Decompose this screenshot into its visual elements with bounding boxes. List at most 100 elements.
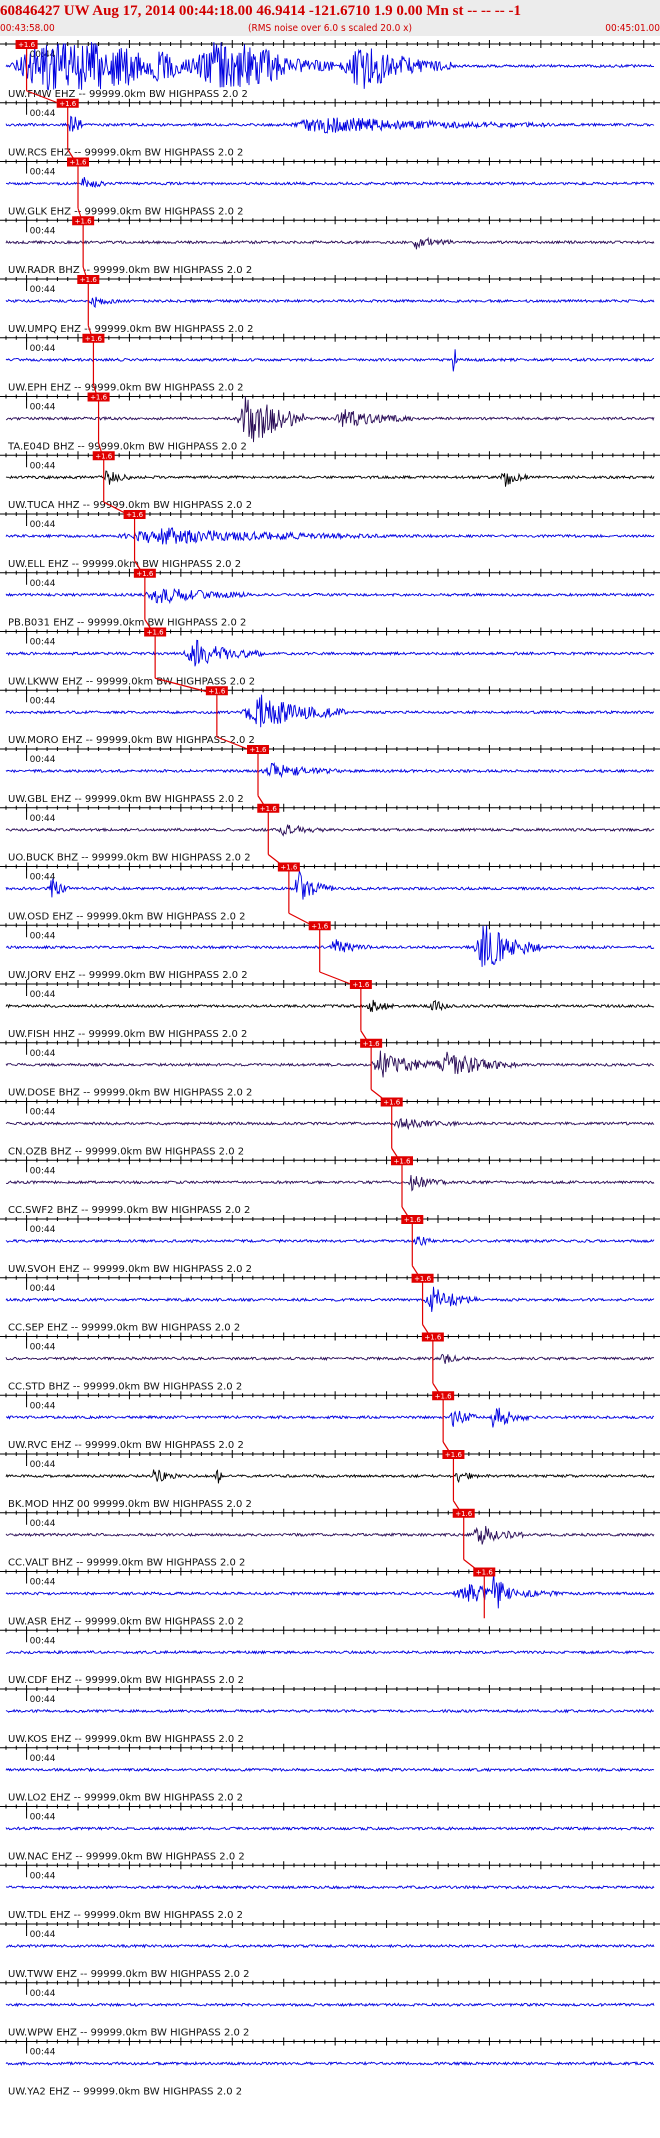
trace-row: 00:44 UW.WPW EHZ -- 99999.0km BW HIGHPASS… bbox=[0, 1978, 660, 2039]
minute-label: 00:44 bbox=[30, 1871, 56, 1881]
pick-label: +1.6 bbox=[90, 394, 108, 402]
pick-label: +1.6 bbox=[75, 217, 93, 225]
trace-row: 00:44 UW.GLK EHZ -- 99999.0km BW HIGHPASS… bbox=[0, 157, 660, 217]
trace-label: UW.LO2 EHZ -- 99999.0km BW HIGHPASS 2.0 … bbox=[8, 1793, 243, 1804]
minute-label: 00:44 bbox=[30, 1460, 56, 1470]
pick-label: +1.6 bbox=[445, 1451, 463, 1459]
trace-row: 00:44 UW.MORO EHZ -- 99999.0km BW HIGHPAS… bbox=[0, 686, 660, 746]
pick-label: +1.6 bbox=[250, 746, 268, 754]
header-title: 60846427 UW Aug 17, 2014 00:44:18.00 46.… bbox=[0, 3, 521, 19]
waveform-trace bbox=[5, 2002, 655, 2008]
trace-row: 00:44 CC.VALT BHZ -- 99999.0km BW HIGHPAS… bbox=[0, 1508, 660, 1569]
pick-label: +1.6 bbox=[280, 864, 298, 872]
trace-label: UW.ELL EHZ -- 99999.0km BW HIGHPASS 2.0 … bbox=[8, 559, 241, 570]
trace-row: 00:44 UW.RADR BHZ -- 99999.0km BW HIGHPAS… bbox=[0, 216, 660, 276]
trace-row: 00:44 UW.GBL EHZ -- 99999.0km BW HIGHPASS… bbox=[0, 745, 660, 805]
pick-label: +1.6 bbox=[80, 276, 98, 284]
trace-row: 00:44 UW.OSD EHZ -- 99999.0km BW HIGHPASS… bbox=[0, 862, 660, 922]
trace-stack: 00:44UW.FMW EHZ -- 99999.0km BW HIGHPASS… bbox=[0, 40, 660, 2097]
waveform-trace bbox=[5, 349, 655, 372]
waveform-trace bbox=[5, 1649, 655, 1655]
trace-row: 00:44 UW.SVOH EHZ -- 99999.0km BW HIGHPAS… bbox=[0, 1215, 660, 1275]
waveform-trace bbox=[6, 1407, 655, 1428]
pick-label: +1.6 bbox=[311, 922, 329, 930]
header-subtitle: (RMS noise over 6.0 s scaled 20.0 x) bbox=[248, 23, 412, 34]
waveform-trace bbox=[5, 1708, 654, 1714]
waveform-trace bbox=[5, 1943, 655, 1949]
trace-label: PB.B031 EHZ -- 99999.0km BW HIGHPASS 2.0… bbox=[8, 618, 246, 629]
minute-label: 00:44 bbox=[30, 1519, 56, 1529]
waveform-trace bbox=[5, 1236, 655, 1246]
minute-label: 00:44 bbox=[30, 1166, 56, 1176]
trace-row: 00:44 UW.CDF EHZ -- 99999.0km BW HIGHPASS… bbox=[0, 1626, 660, 1686]
trace-row: 00:44 CC.SEP EHZ -- 99999.0km BW HIGHPASS… bbox=[0, 1273, 660, 1334]
trace-label: UW.FISH HHZ -- 99999.0km BW HIGHPASS 2.0… bbox=[8, 1029, 247, 1040]
trace-label: UW.RADR BHZ -- 99999.0km BW HIGHPASS 2.0… bbox=[8, 265, 252, 276]
minute-label: 00:44 bbox=[30, 226, 56, 236]
waveform-trace bbox=[5, 1573, 655, 1609]
pick-label: +1.6 bbox=[260, 805, 278, 813]
pick-label: +1.6 bbox=[208, 687, 226, 695]
pick-label: +1.6 bbox=[394, 1157, 412, 1165]
trace-label: UW.YA2 EHZ -- 99999.0km BW HIGHPASS 2.0 … bbox=[8, 2086, 242, 2097]
trace-label: UW.ASR EHZ -- 99999.0km BW HIGHPASS 2.0 … bbox=[8, 1616, 244, 1627]
minute-label: 00:44 bbox=[30, 1636, 56, 1646]
waveform-trace bbox=[5, 870, 655, 900]
waveform-trace bbox=[5, 639, 655, 667]
waveform-trace bbox=[5, 694, 655, 728]
minute-label: 00:44 bbox=[30, 1695, 56, 1705]
trace-row: 00:44 UW.YA2 EHZ -- 99999.0km BW HIGHPASS… bbox=[0, 2037, 660, 2097]
waveform-trace bbox=[5, 296, 655, 308]
minute-label: 00:44 bbox=[30, 520, 56, 530]
minute-label: 00:44 bbox=[30, 1578, 56, 1588]
trace-row: 00:44UW.FMW EHZ -- 99999.0km BW HIGHPASS… bbox=[0, 40, 660, 100]
trace-label: UW.EPH EHZ -- 99999.0km BW HIGHPASS 2.0 … bbox=[8, 383, 243, 394]
minute-label: 00:44 bbox=[30, 1930, 56, 1940]
trace-label: UW.OSD EHZ -- 99999.0km BW HIGHPASS 2.0 … bbox=[8, 911, 246, 922]
minute-label: 00:44 bbox=[30, 990, 56, 1000]
trace-label: UW.GBL EHZ -- 99999.0km BW HIGHPASS 2.0 … bbox=[8, 794, 244, 805]
trace-row: 00:44 BK.MOD HHZ 00 99999.0km BW HIGHPASS… bbox=[0, 1450, 660, 1510]
header-end-time: 00:45:01.00 bbox=[605, 23, 660, 34]
trace-row: 00:44 PB.B031 EHZ -- 99999.0km BW HIGHPAS… bbox=[0, 568, 660, 629]
trace-label: UW.SVOH EHZ -- 99999.0km BW HIGHPASS 2.0… bbox=[8, 1264, 252, 1275]
minute-label: 00:44 bbox=[30, 1343, 56, 1353]
trace-label: UW.TUCA HHZ -- 99999.0km BW HIGHPASS 2.0… bbox=[8, 500, 252, 511]
trace-label: BK.MOD HHZ 00 99999.0km BW HIGHPASS 2.0 … bbox=[8, 1499, 252, 1510]
trace-label: CC.STD BHZ -- 99999.0km BW HIGHPASS 2.0 … bbox=[8, 1381, 242, 1392]
trace-label: UW.UMPQ EHZ -- 99999.0km BW HIGHPASS 2.0… bbox=[8, 324, 253, 335]
minute-label: 00:44 bbox=[30, 1989, 56, 1999]
waveform-trace bbox=[5, 42, 655, 91]
trace-row: 00:44 UW.ELL EHZ -- 99999.0km BW HIGHPASS… bbox=[0, 510, 660, 570]
seismogram-plot: 60846427 UW Aug 17, 2014 00:44:18.00 46.… bbox=[0, 0, 660, 2097]
trace-label: UW.TWW EHZ -- 99999.0km BW HIGHPASS 2.0 … bbox=[8, 1969, 249, 1980]
minute-label: 00:44 bbox=[30, 1284, 56, 1294]
minute-label: 00:44 bbox=[30, 168, 56, 178]
pick-label: +1.6 bbox=[352, 981, 370, 989]
minute-label: 00:44 bbox=[30, 755, 56, 765]
pick-label: +1.6 bbox=[59, 100, 77, 108]
minute-label: 00:44 bbox=[30, 579, 56, 589]
minute-label: 00:44 bbox=[30, 1401, 56, 1411]
trace-row: 00:44 UW.RCS EHZ -- 99999.0km BW HIGHPASS… bbox=[0, 98, 660, 159]
minute-label: 00:44 bbox=[30, 931, 56, 941]
trace-label: UW.NAC EHZ -- 99999.0km BW HIGHPASS 2.0 … bbox=[8, 1851, 245, 1862]
trace-label: UW.LKWW EHZ -- 99999.0km BW HIGHPASS 2.0… bbox=[8, 676, 255, 687]
trace-row: 00:44 UW.LO2 EHZ -- 99999.0km BW HIGHPASS… bbox=[0, 1743, 660, 1804]
trace-label: UW.RVC EHZ -- 99999.0km BW HIGHPASS 2.0 … bbox=[8, 1440, 244, 1451]
waveform-trace bbox=[5, 115, 655, 134]
waveform-trace bbox=[5, 588, 655, 605]
trace-label: CN.OZB BHZ -- 99999.0km BW HIGHPASS 2.0 … bbox=[8, 1146, 244, 1157]
waveform-trace bbox=[5, 1175, 655, 1192]
minute-label: 00:44 bbox=[30, 814, 56, 824]
trace-row: 00:44 UW.TDL EHZ -- 99999.0km BW HIGHPASS… bbox=[0, 1861, 660, 1921]
waveform-trace bbox=[5, 396, 655, 443]
waveform-trace bbox=[5, 1353, 655, 1364]
minute-label: 00:44 bbox=[30, 403, 56, 413]
trace-label: UW.JORV EHZ -- 99999.0km BW HIGHPASS 2.0… bbox=[8, 970, 248, 981]
waveform-trace bbox=[5, 824, 655, 837]
minute-label: 00:44 bbox=[30, 2048, 56, 2058]
waveform-trace bbox=[5, 1767, 655, 1773]
waveform-trace bbox=[5, 1525, 655, 1545]
pick-label: +1.6 bbox=[126, 511, 144, 519]
